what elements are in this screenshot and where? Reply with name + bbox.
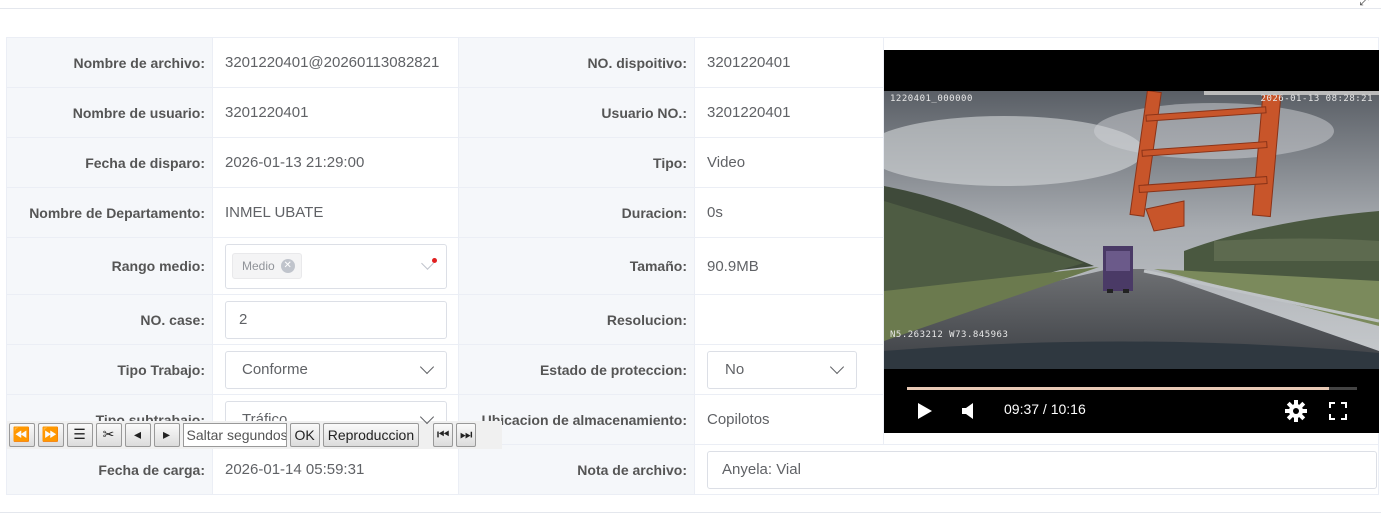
file-name-value: 3201220401@20260113082821 bbox=[225, 54, 440, 71]
user-no-value: 3201220401 bbox=[694, 87, 884, 138]
video-panel: 1220401_000000 2026-01-13 08:28:21 N5.26… bbox=[6, 37, 1379, 449]
protection-label: Estado de proteccion: bbox=[458, 344, 695, 395]
user-name-label: Nombre de usuario: bbox=[6, 87, 213, 138]
gear-icon[interactable] bbox=[1285, 399, 1307, 422]
scissors-icon[interactable]: ✂ bbox=[95, 422, 122, 447]
protection-select[interactable]: No bbox=[707, 350, 857, 389]
osd-timestamp-text: 2026-01-13 08:28:21 bbox=[1260, 93, 1373, 104]
work-type-select[interactable]: Conforme bbox=[225, 350, 447, 389]
type-label: Tipo: bbox=[458, 137, 695, 188]
case-no-label: NO. case: bbox=[6, 294, 213, 345]
volume-icon[interactable] bbox=[961, 402, 975, 420]
skip-end-icon[interactable]: ⏭ bbox=[456, 422, 477, 447]
size-value: 90.9MB bbox=[694, 237, 884, 295]
osd-device-text: 1220401_000000 bbox=[890, 93, 973, 104]
size-label: Tamaño: bbox=[458, 237, 695, 295]
top-divider bbox=[0, 8, 1381, 9]
protection-value: No bbox=[725, 361, 745, 378]
playback-toolbar: ⏪ ⏩ ☰ ✂ ◂ ▸ Saltar segundos OK Reproducc… bbox=[6, 420, 502, 449]
required-dot bbox=[432, 257, 437, 263]
seek-seconds-input[interactable]: Saltar segundos bbox=[182, 422, 287, 447]
resolution-value bbox=[694, 294, 884, 345]
chevron-down-icon bbox=[829, 359, 845, 375]
device-no-value: 3201220401 bbox=[694, 37, 884, 88]
media-range-label: Rango medio: bbox=[6, 237, 213, 295]
play-icon[interactable] bbox=[917, 402, 933, 420]
department-label: Nombre de Departamento: bbox=[6, 187, 213, 238]
resolution-label: Resolucion: bbox=[458, 294, 695, 345]
video-image bbox=[884, 90, 1379, 369]
playback-button[interactable]: Reproduccion bbox=[322, 422, 420, 447]
video-time: 09:37 / 10:16 bbox=[1004, 400, 1086, 417]
osd-gps-text: N5.263212 W73.845963 bbox=[890, 329, 1009, 340]
work-type-value: Conforme bbox=[242, 361, 308, 378]
frame-forward-icon[interactable]: ▸ bbox=[153, 422, 180, 447]
video-frame[interactable]: 1220401_000000 2026-01-13 08:28:21 N5.26… bbox=[884, 90, 1379, 369]
upload-date-value: 2026-01-14 05:59:31 bbox=[212, 444, 459, 495]
user-name-value: 3201220401 bbox=[212, 87, 459, 138]
video-player[interactable]: 1220401_000000 2026-01-13 08:28:21 N5.26… bbox=[884, 49, 1379, 433]
upload-date-label: Fecha de carga: bbox=[6, 444, 213, 495]
shot-date-label: Fecha de disparo: bbox=[6, 137, 213, 188]
fullscreen-icon[interactable] bbox=[1329, 401, 1347, 420]
media-range-select[interactable]: Medio ✕ bbox=[225, 243, 447, 289]
list-indent-icon[interactable]: ☰ bbox=[66, 422, 93, 447]
work-type-label: Tipo Trabajo: bbox=[6, 344, 213, 395]
duration-value: 0s bbox=[694, 187, 884, 238]
video-progress-fill bbox=[907, 386, 1329, 390]
skip-start-icon[interactable]: ⏮ bbox=[433, 422, 454, 447]
rewind-icon[interactable]: ⏪ bbox=[8, 422, 35, 447]
fast-forward-icon[interactable]: ⏩ bbox=[37, 422, 64, 447]
media-range-tag: Medio ✕ bbox=[232, 253, 302, 279]
bottom-divider bbox=[0, 512, 1381, 513]
chevron-down-icon bbox=[419, 359, 435, 375]
file-note-input[interactable]: Anyela: Vial bbox=[707, 450, 1377, 489]
department-value: INMEL UBATE bbox=[212, 187, 459, 238]
ok-button[interactable]: OK bbox=[289, 422, 320, 447]
device-no-label: NO. dispoitivo: bbox=[458, 37, 695, 88]
shot-date-value: 2026-01-13 21:29:00 bbox=[212, 137, 459, 188]
file-name-label: Nombre de archivo: bbox=[6, 37, 213, 88]
type-value: Video bbox=[694, 137, 884, 188]
file-note-label: Nota de archivo: bbox=[458, 444, 695, 495]
expand-arrows-icon[interactable]: ⤢ bbox=[1359, 0, 1369, 9]
case-no-input[interactable]: 2 bbox=[225, 300, 447, 339]
file-info-table: Nombre de archivo: 3201220401@2026011308… bbox=[6, 37, 1379, 495]
user-no-label: Usuario NO.: bbox=[458, 87, 695, 138]
media-range-tag-label: Medio bbox=[242, 259, 275, 273]
tag-close-icon[interactable]: ✕ bbox=[280, 259, 295, 273]
duration-label: Duracion: bbox=[458, 187, 695, 238]
frame-back-icon[interactable]: ◂ bbox=[124, 422, 151, 447]
storage-value: Copilotos bbox=[694, 394, 884, 445]
video-progress-bar[interactable] bbox=[907, 386, 1357, 390]
